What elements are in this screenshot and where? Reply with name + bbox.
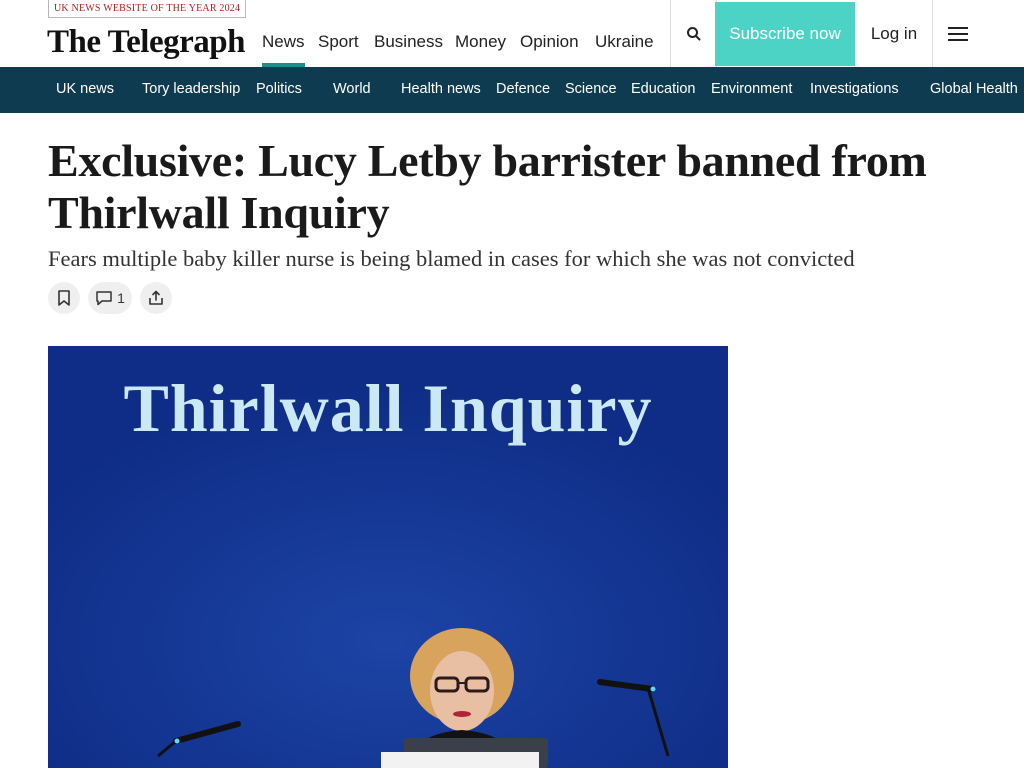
nav-item-sport[interactable]: Sport (318, 0, 359, 67)
section-subnav: UK news Tory leadership Politics World H… (0, 67, 1024, 113)
comment-count: 1 (117, 290, 125, 306)
subnav-item-world[interactable]: World (333, 67, 371, 113)
article-headline: Exclusive: Lucy Letby barrister banned f… (48, 135, 927, 238)
nav-item-money[interactable]: Money (455, 0, 506, 67)
top-bar: UK NEWS WEBSITE OF THE YEAR 2024 The Tel… (0, 0, 1024, 68)
share-icon (149, 290, 163, 305)
subnav-item-environment[interactable]: Environment (711, 67, 792, 113)
comments-button[interactable]: 1 (88, 282, 132, 314)
search-icon (686, 26, 700, 40)
search-button[interactable] (670, 0, 717, 67)
article-standfirst: Fears multiple baby killer nurse is bein… (48, 246, 855, 271)
bookmark-button[interactable] (48, 282, 80, 314)
login-button[interactable]: Log in (856, 0, 933, 67)
subnav-item-politics[interactable]: Politics (256, 67, 302, 113)
image-backdrop-text: Thirlwall Inquiry (123, 370, 653, 446)
nav-item-news[interactable]: News (262, 0, 305, 67)
hamburger-menu-icon (948, 26, 968, 41)
subnav-item-uk-news[interactable]: UK news (56, 67, 114, 113)
share-button[interactable] (140, 282, 172, 314)
bookmark-icon (58, 290, 70, 306)
telegraph-logo[interactable]: The Telegraph (47, 22, 245, 62)
nav-item-business[interactable]: Business (374, 0, 443, 67)
subnav-item-education[interactable]: Education (631, 67, 696, 113)
nav-item-ukraine[interactable]: Ukraine (595, 0, 654, 67)
main-nav: News Sport Business Money Opinion Ukrain… (262, 0, 654, 67)
award-banner: UK NEWS WEBSITE OF THE YEAR 2024 (48, 0, 247, 18)
subnav-item-global-health[interactable]: Global Health (930, 67, 1018, 113)
subnav-item-science[interactable]: Science (565, 67, 617, 113)
subnav-item-health-news[interactable]: Health news (401, 67, 481, 113)
article-image: Thirlwall Inquiry (48, 346, 728, 768)
subnav-item-investigations[interactable]: Investigations (810, 67, 899, 113)
nav-item-opinion[interactable]: Opinion (520, 0, 579, 67)
subnav-item-tory-leadership[interactable]: Tory leadership (142, 67, 240, 113)
subscribe-button[interactable]: Subscribe now (715, 2, 855, 66)
comment-icon (96, 291, 112, 306)
menu-button[interactable] (932, 0, 984, 67)
subnav-item-defence[interactable]: Defence (496, 67, 550, 113)
